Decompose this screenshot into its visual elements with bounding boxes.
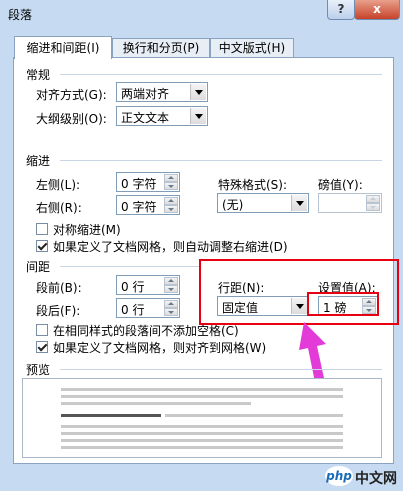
spin-down-icon[interactable] [164,308,178,316]
spacing-divider [60,266,200,267]
site-watermark: php 中文网 [325,466,401,488]
tab-indent-spacing[interactable]: 缩进和间距(I) [14,36,112,59]
chevron-down-icon[interactable] [190,108,206,124]
left-indent-spinner[interactable]: 0 字符 [116,172,180,192]
spacing-heading: 间距 [26,260,51,274]
watermark-text: 中文网 [355,471,397,487]
general-divider [60,74,382,75]
amount-spinner[interactable] [318,193,382,213]
snap-to-grid-checkbox[interactable] [36,341,48,353]
special-format-label: 特殊格式(S): [218,178,288,192]
space-before-spinner[interactable]: 0 行 [116,275,180,295]
preview-line [61,439,343,442]
preview-line [165,414,343,417]
alignment-label: 对齐方式(G): [36,88,107,102]
preview-line [61,432,343,435]
spin-up-icon[interactable] [164,300,178,308]
special-format-select[interactable]: (无) [217,193,309,213]
alignment-value: 两端对齐 [121,87,170,101]
right-indent-label: 右侧(R): [36,201,82,215]
preview-line [61,414,161,417]
indent-divider [60,160,382,161]
highlight-box-value [307,292,379,316]
right-indent-value: 0 字符 [121,200,157,214]
general-heading: 常规 [26,68,51,82]
space-after-spinner[interactable]: 0 行 [116,298,180,318]
space-before-value: 0 行 [121,280,145,294]
outline-level-value: 正文文本 [121,111,170,125]
chevron-down-icon[interactable] [190,84,206,100]
spin-down-icon[interactable] [164,205,178,213]
chevron-down-icon[interactable] [291,195,307,211]
special-format-value: (无) [222,198,244,212]
spin-up-icon[interactable] [164,174,178,182]
outline-level-label: 大纲级别(O): [36,112,107,126]
spin-up-icon[interactable] [366,195,380,203]
paragraph-dialog: 段落 ? x 缩进和间距(I) 换行和分页(P) 中文版式(H) 常规 对齐方式… [0,0,403,491]
space-after-value: 0 行 [121,303,145,317]
preview-line [61,425,343,428]
auto-adjust-right-indent-label: 如果定义了文档网格，则自动调整右缩进(D) [53,240,288,254]
dialog-title: 段落 [8,8,33,22]
space-before-label: 段前(B): [36,281,82,295]
mirror-indent-label: 对称缩进(M) [53,223,121,237]
preview-line [61,446,343,449]
close-button[interactable]: x [354,0,400,20]
tab-asian-typography[interactable]: 中文版式(H) [210,38,294,57]
no-space-same-style-checkbox[interactable] [36,324,48,336]
alignment-select[interactable]: 两端对齐 [116,82,208,102]
help-button[interactable]: ? [327,0,355,20]
preview-line [61,395,343,398]
preview-area [22,378,382,458]
tab-line-page-breaks[interactable]: 换行和分页(P) [112,38,210,57]
outline-level-select[interactable]: 正文文本 [116,106,208,126]
spin-up-icon[interactable] [164,277,178,285]
left-indent-label: 左侧(L): [36,178,81,192]
spin-down-icon[interactable] [164,285,178,293]
preview-divider [60,369,382,370]
left-indent-value: 0 字符 [121,177,157,191]
amount-label: 磅值(Y): [318,178,363,192]
mirror-indent-checkbox[interactable] [36,223,48,235]
snap-to-grid-label: 如果定义了文档网格，则对齐到网格(W) [53,341,267,355]
spin-up-icon[interactable] [164,197,178,205]
preview-heading: 预览 [26,363,51,377]
spin-down-icon[interactable] [164,182,178,190]
indent-heading: 缩进 [26,154,51,168]
spin-down-icon[interactable] [366,203,380,211]
auto-adjust-right-indent-checkbox[interactable] [36,240,48,252]
title-bar: 段落 ? x [0,0,403,26]
space-after-label: 段后(F): [36,304,81,318]
preview-line [61,388,343,391]
right-indent-spinner[interactable]: 0 字符 [116,195,180,215]
watermark-badge: php [325,466,353,486]
preview-line [61,402,251,405]
